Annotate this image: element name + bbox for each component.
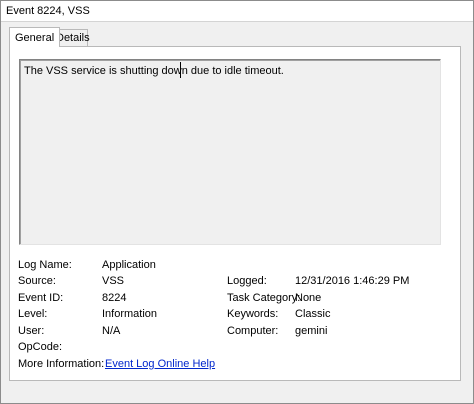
text-caret [180, 62, 181, 78]
log-name-value: Application [102, 259, 156, 271]
event-properties-window: Event 8224, VSS General Details The VSS … [0, 0, 474, 404]
user-label: User: [18, 325, 45, 337]
task-category-value: None [295, 292, 322, 304]
level-value: Information [102, 308, 158, 320]
tab-general[interactable]: General [9, 27, 61, 47]
computer-label: Computer: [227, 325, 279, 337]
event-log-online-help-link[interactable]: Event Log Online Help [105, 358, 215, 370]
event-description-box[interactable]: The VSS service is shutting down due to … [19, 59, 441, 245]
computer-value: gemini [295, 325, 328, 337]
keywords-value: Classic [295, 308, 331, 320]
keywords-label: Keywords: [227, 308, 279, 320]
logged-value: 12/31/2016 1:46:29 PM [295, 275, 410, 287]
opcode-label: OpCode: [18, 341, 63, 353]
event-description-text: The VSS service is shutting down due to … [24, 65, 284, 77]
task-category-label: Task Category: [227, 292, 301, 304]
level-label: Level: [18, 308, 48, 320]
logged-label: Logged: [227, 275, 267, 287]
source-value: VSS [102, 275, 125, 287]
event-id-value: 8224 [102, 292, 127, 304]
more-information-label: More Information: [18, 358, 105, 370]
title-bar[interactable]: Event 8224, VSS [1, 1, 473, 22]
source-label: Source: [18, 275, 56, 287]
log-name-label: Log Name: [18, 259, 72, 271]
window-title: Event 8224, VSS [6, 5, 90, 17]
user-value: N/A [102, 325, 121, 337]
event-id-label: Event ID: [18, 292, 64, 304]
